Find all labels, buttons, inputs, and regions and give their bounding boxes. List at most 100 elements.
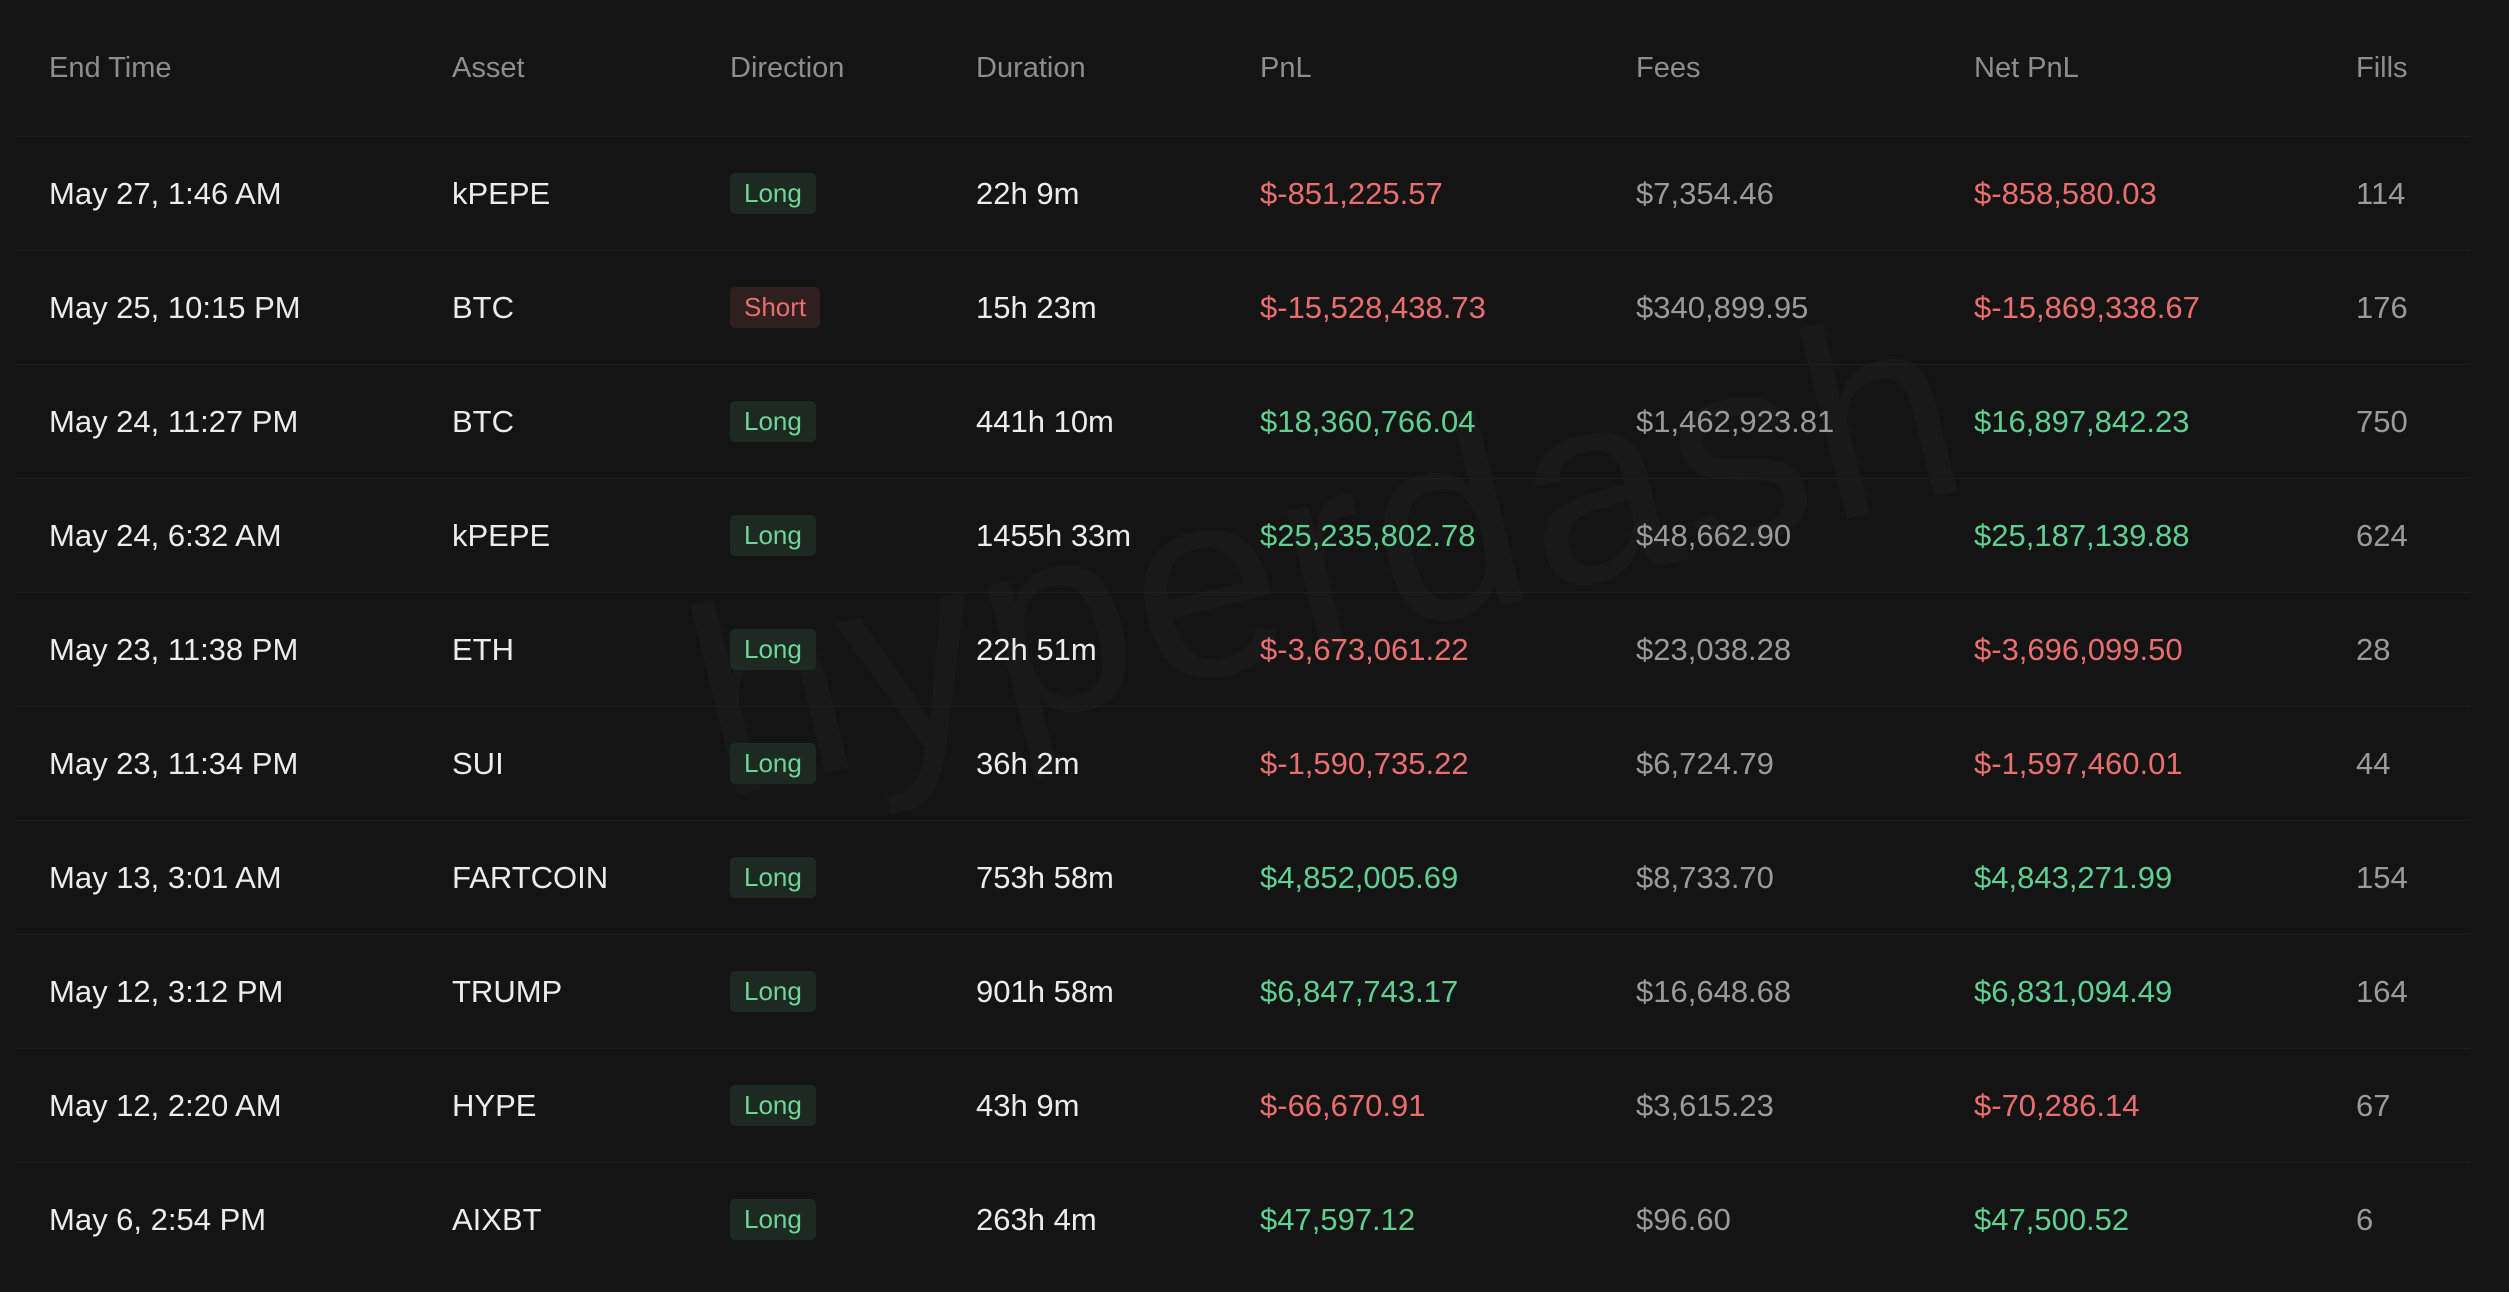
asset-cell: SUI [452,706,730,821]
fees-cell: $96.60 [1636,1201,1731,1237]
table-row[interactable]: May 27, 1:46 AM kPEPE Long 22h 9m $-851,225.… [16,136,2470,251]
pnl-cell: $-66,670.91 [1260,1048,1636,1163]
fills-cell: 28 [2356,592,2470,707]
asset-cell: FARTCOIN [452,820,730,935]
table-body: May 27, 1:46 AM kPEPE Long 22h 9m $-851,225.… [16,136,2470,1277]
end-time-cell: May 24, 11:27 PM [16,364,452,479]
fills-cell: 176 [2356,250,2470,365]
fees-cell: $6,724.79 [1636,706,1974,821]
table-row[interactable]: May 13, 3:01 AM FARTCOIN Long 753h 58m $4,85… [16,820,2470,935]
net-pnl-cell: $-858,580.03 [1974,136,2356,251]
duration-cell: 1455h 33m [976,478,1260,593]
duration-cell: 263h 4m [976,1201,1097,1237]
fills-cell: 750 [2356,364,2470,479]
fees-cell: $340,899.95 [1636,250,1974,365]
fills-cell: 6 [2356,1201,2374,1237]
fees-cell: $7,354.46 [1636,136,1974,251]
table-row[interactable]: May 23, 11:38 PM ETH Long 22h 51m $-3,673,06… [16,592,2470,707]
column-header-duration[interactable]: Duration [976,0,1260,137]
fees-cell: $1,462,923.81 [1636,364,1974,479]
net-pnl-cell: $-15,869,338.67 [1974,250,2356,365]
fills-cell: 624 [2356,478,2470,593]
fills-cell: 67 [2356,1048,2470,1163]
table-row[interactable]: May 24, 6:32 AM kPEPE Long 1455h 33m $25,235… [16,478,2470,593]
column-header-pnl[interactable]: PnL [1260,0,1636,137]
direction-badge: Long [730,628,816,671]
direction-badge: Long [730,400,816,443]
end-time-cell: May 13, 3:01 AM [16,820,452,935]
direction-cell: Long [730,478,976,593]
end-time-cell: May 24, 6:32 AM [16,478,452,593]
pnl-cell: $47,597.12 [1260,1201,1416,1237]
pnl-cell: $18,360,766.04 [1260,364,1636,479]
direction-cell: Long [730,1163,976,1277]
pnl-cell: $-3,673,061.22 [1260,592,1636,707]
column-header-direction[interactable]: Direction [730,0,976,137]
trade-history-page: hyperdash End Time Asset Direction Durat… [0,0,2509,1292]
direction-badge: Short [730,286,821,329]
asset-cell: AIXBT [452,1201,542,1237]
direction-cell: Long [730,1048,976,1163]
fills-cell: 164 [2356,934,2470,1049]
pnl-cell: $-15,528,438.73 [1260,250,1636,365]
end-time-cell: May 23, 11:38 PM [16,592,452,707]
direction-badge: Long [730,970,816,1013]
asset-cell: HYPE [452,1048,730,1163]
fees-cell: $3,615.23 [1636,1048,1974,1163]
direction-badge: Long [730,1198,816,1241]
direction-cell: Long [730,820,976,935]
trades-table: End Time Asset Direction Duration PnL Fe… [16,0,2470,1276]
column-header-fills[interactable]: Fills [2356,0,2470,137]
duration-cell: 15h 23m [976,250,1260,365]
net-pnl-cell: $6,831,094.49 [1974,934,2356,1049]
asset-cell: TRUMP [452,934,730,1049]
duration-cell: 22h 9m [976,136,1260,251]
net-pnl-cell: $47,500.52 [1974,1201,2130,1237]
fills-cell: 154 [2356,820,2470,935]
table-row[interactable]: May 12, 3:12 PM TRUMP Long 901h 58m $6,847,7… [16,934,2470,1049]
net-pnl-cell: $4,843,271.99 [1974,820,2356,935]
table-row[interactable]: May 25, 10:15 PM BTC Short 15h 23m $-15,528,… [16,250,2470,365]
direction-badge: Long [730,1084,816,1127]
net-pnl-cell: $-3,696,099.50 [1974,592,2356,707]
end-time-cell: May 12, 3:12 PM [16,934,452,1049]
table-row[interactable]: May 6, 2:54 PM AIXBT Long 263h 4m $47,597.12… [16,1163,2470,1277]
fees-cell: $8,733.70 [1636,820,1974,935]
direction-cell: Long [730,364,976,479]
duration-cell: 22h 51m [976,592,1260,707]
asset-cell: kPEPE [452,136,730,251]
direction-badge: Long [730,514,816,557]
end-time-cell: May 23, 11:34 PM [16,706,452,821]
fees-cell: $16,648.68 [1636,934,1974,1049]
column-header-fees[interactable]: Fees [1636,0,1974,137]
fees-cell: $23,038.28 [1636,592,1974,707]
fills-cell: 114 [2356,136,2470,251]
header-row: End Time Asset Direction Duration PnL Fe… [16,0,2470,137]
column-header-asset[interactable]: Asset [452,0,730,137]
column-header-net-pnl[interactable]: Net PnL [1974,0,2356,137]
direction-badge: Long [730,856,816,899]
end-time-cell: May 6, 2:54 PM [49,1201,267,1237]
table-row[interactable]: May 23, 11:34 PM SUI Long 36h 2m $-1,590,735… [16,706,2470,821]
end-time-cell: May 27, 1:46 AM [16,136,452,251]
net-pnl-cell: $-1,597,460.01 [1974,706,2356,821]
table-row[interactable]: May 12, 2:20 AM HYPE Long 43h 9m $-66,670.91… [16,1048,2470,1163]
asset-cell: ETH [452,592,730,707]
asset-cell: BTC [452,250,730,365]
duration-cell: 753h 58m [976,820,1260,935]
net-pnl-cell: $16,897,842.23 [1974,364,2356,479]
end-time-cell: May 25, 10:15 PM [16,250,452,365]
direction-cell: Short [730,250,976,365]
column-header-end-time[interactable]: End Time [16,0,452,137]
duration-cell: 36h 2m [976,706,1260,821]
duration-cell: 441h 10m [976,364,1260,479]
net-pnl-cell: $25,187,139.88 [1974,478,2356,593]
asset-cell: kPEPE [452,478,730,593]
duration-cell: 43h 9m [976,1048,1260,1163]
fills-cell: 44 [2356,706,2470,821]
direction-badge: Long [730,172,816,215]
table-row[interactable]: May 24, 11:27 PM BTC Long 441h 10m $18,360,7… [16,364,2470,479]
asset-cell: BTC [452,364,730,479]
direction-cell: Long [730,934,976,1049]
direction-cell: Long [730,706,976,821]
